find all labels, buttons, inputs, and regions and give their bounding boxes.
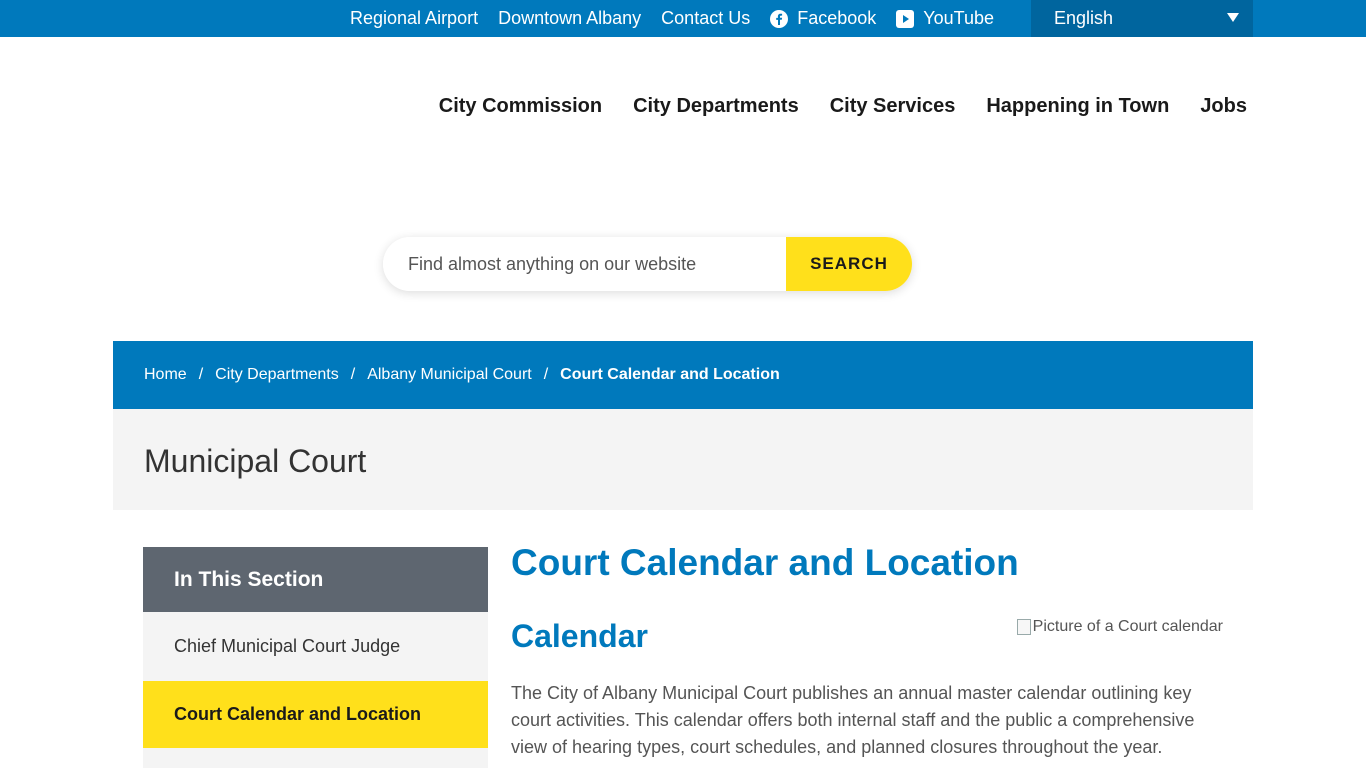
page-title: Court Calendar and Location (511, 542, 1019, 583)
youtube-link[interactable]: YouTube (896, 8, 994, 29)
court-calendar-image: Picture of a Court calendar (1016, 618, 1223, 636)
site-search: SEARCH (383, 237, 912, 291)
search-input[interactable] (383, 237, 786, 291)
breadcrumb-separator: / (198, 366, 204, 383)
facebook-icon (770, 9, 789, 28)
nav-city-departments[interactable]: City Departments (633, 95, 799, 118)
top-links: Regional Airport Downtown Albany Contact… (350, 0, 1014, 37)
top-utility-bar: Regional Airport Downtown Albany Contact… (0, 0, 1366, 37)
regional-airport-label: Regional Airport (350, 8, 479, 28)
breadcrumb-albany-municipal-court[interactable]: Albany Municipal Court (367, 366, 532, 384)
section-banner: Municipal Court (113, 409, 1253, 510)
breadcrumb-separator: / (350, 366, 356, 383)
nav-happening-in-town[interactable]: Happening in Town (986, 95, 1169, 118)
breadcrumb-current: Court Calendar and Location (560, 366, 780, 383)
nav-city-commission[interactable]: City Commission (439, 95, 602, 118)
contact-us-link[interactable]: Contact Us (661, 8, 750, 29)
sidebar-item-chief-judge[interactable]: Chief Municipal Court Judge (143, 612, 488, 681)
section-title: Municipal Court (144, 443, 367, 479)
nav-city-services[interactable]: City Services (830, 95, 956, 118)
broken-image-icon (1016, 619, 1031, 635)
breadcrumb: Home / City Departments / Albany Municip… (113, 341, 1253, 409)
youtube-label: YouTube (923, 8, 995, 28)
nav-jobs[interactable]: Jobs (1200, 95, 1247, 118)
downtown-albany-link[interactable]: Downtown Albany (498, 8, 641, 29)
main-navigation: City Commission City Departments City Se… (408, 95, 1247, 118)
facebook-link[interactable]: Facebook (770, 8, 876, 29)
calendar-heading: Calendar (511, 618, 648, 654)
caret-down-icon (1227, 13, 1239, 22)
sidebar-item-next[interactable] (143, 748, 488, 768)
breadcrumb-city-departments[interactable]: City Departments (215, 366, 339, 384)
sidebar-item-label: Court Calendar and Location (174, 704, 422, 724)
section-sidebar: In This Section Chief Municipal Court Ju… (143, 547, 488, 768)
facebook-label: Facebook (797, 8, 877, 28)
image-alt-text: Picture of a Court calendar (1032, 618, 1223, 635)
main-content: Court Calendar and Location Calendar Pic… (511, 540, 1223, 757)
sidebar-item-label: Chief Municipal Court Judge (174, 636, 401, 656)
youtube-icon (896, 9, 915, 28)
language-selected-value: English (1054, 8, 1114, 28)
sidebar-heading: In This Section (143, 547, 488, 612)
search-button[interactable]: SEARCH (786, 237, 912, 291)
contact-us-label: Contact Us (661, 8, 751, 28)
breadcrumb-home[interactable]: Home (144, 366, 187, 384)
downtown-albany-label: Downtown Albany (498, 8, 642, 28)
sidebar-item-court-calendar[interactable]: Court Calendar and Location (143, 681, 488, 748)
calendar-description: The City of Albany Municipal Court publi… (511, 683, 1195, 757)
breadcrumb-separator: / (543, 366, 549, 383)
language-select[interactable]: English (1031, 0, 1253, 37)
regional-airport-link[interactable]: Regional Airport (350, 8, 478, 29)
